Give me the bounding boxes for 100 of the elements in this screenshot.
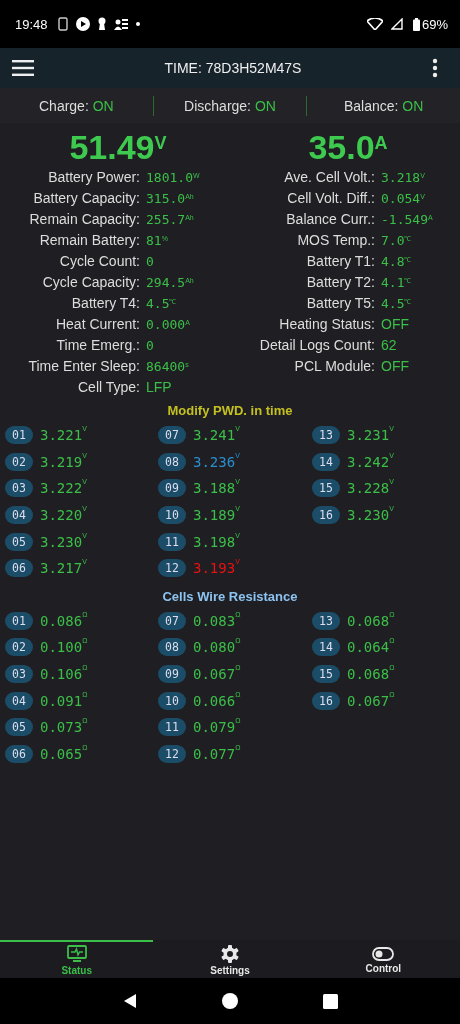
contacts-icon <box>113 17 128 31</box>
cell-voltage: 3.222$^{V}$ <box>40 480 87 497</box>
cell-voltage: 3.219$^{V}$ <box>40 453 87 470</box>
cell-voltage: 3.217$^{V}$ <box>40 560 87 577</box>
cell-voltage: 3.230$^{V}$ <box>347 507 394 524</box>
stat-value: 0 <box>146 337 155 355</box>
settings-icon <box>221 944 239 963</box>
big-reading: 51.49$^{V}$ <box>68 127 168 167</box>
cell-voltage: 3.198$^{V}$ <box>193 533 240 550</box>
cell-number: 02 <box>5 452 33 471</box>
signal-icon <box>390 18 403 30</box>
more-options-icon[interactable] <box>432 58 438 78</box>
stat-value: 7.0$^{℃}$ <box>381 232 413 250</box>
cell-number: 03 <box>5 479 33 498</box>
stat-value: 3.218$^{V}$ <box>381 169 426 187</box>
stat-value: 0 <box>146 253 155 271</box>
stat-value: 81$^{%}$ <box>146 232 169 250</box>
stat-label: MOS Temp.: <box>296 231 375 250</box>
stat-value: 0.000$^{A}$ <box>146 316 191 334</box>
cell-number: 07 <box>158 611 186 630</box>
cell-number: 05 <box>5 532 33 551</box>
cell-number: 04 <box>5 691 33 710</box>
wire-resistance: 0.080$^{Ω}$ <box>193 639 241 656</box>
stat-label: Cell Type: <box>77 378 140 397</box>
cell-number: 13 <box>312 426 340 445</box>
cell-number: 15 <box>312 665 340 684</box>
switch-status: Charge: ON <box>38 97 115 114</box>
monitor-pulse-icon <box>66 944 87 963</box>
stat-label: Battery Power: <box>47 168 140 187</box>
wire-resistance: 0.091$^{Ω}$ <box>40 692 88 709</box>
wire-resistance: 0.086$^{Ω}$ <box>40 612 88 629</box>
stat-label: Remain Battery: <box>38 231 140 250</box>
app-title: TIME: 78D3H52M47S <box>164 60 302 76</box>
cell-voltage: 3.221$^{V}$ <box>40 427 87 444</box>
stat-label: Battery Capacity: <box>32 189 140 208</box>
wire-resistance: 0.067$^{Ω}$ <box>193 666 241 683</box>
cell-number: 04 <box>5 506 33 525</box>
stat-label: Battery T4: <box>70 294 140 313</box>
cell-voltage: 3.241$^{V}$ <box>193 427 240 444</box>
big-reading: 35.0$^{A}$ <box>307 127 389 167</box>
recents-icon[interactable] <box>322 993 338 1009</box>
home-icon[interactable] <box>222 993 239 1009</box>
stat-label: Cell Volt. Diff.: <box>286 189 375 208</box>
switch-status: Balance: ON <box>343 97 425 114</box>
switch-status: Discharge: ON <box>183 97 277 114</box>
stat-label: Battery T5: <box>305 294 375 313</box>
wire-resistance: 0.064$^{Ω}$ <box>347 639 395 656</box>
stat-label: PCL Module: <box>293 357 375 376</box>
stat-label: Time Emerg.: <box>55 336 140 355</box>
back-icon[interactable] <box>122 993 139 1009</box>
nav-tab[interactable]: Settings <box>153 940 307 978</box>
stat-value: 4.8$^{℃}$ <box>381 253 413 271</box>
stat-value: 4.1$^{℃}$ <box>381 274 413 292</box>
cell-voltage: 3.220$^{V}$ <box>40 507 87 524</box>
menu-icon[interactable] <box>12 60 34 76</box>
cell-voltage: 3.242$^{V}$ <box>347 453 394 470</box>
cell-number: 08 <box>158 452 186 471</box>
cell-number: 09 <box>158 479 186 498</box>
cell-number: 13 <box>312 611 340 630</box>
wire-resistance: 0.077$^{Ω}$ <box>193 745 241 762</box>
cell-number: 09 <box>158 665 186 684</box>
stat-value: 0.054$^{V}$ <box>381 190 426 208</box>
stat-label: Cycle Capacity: <box>41 273 140 292</box>
stat-label: Detail Logs Count: <box>258 336 375 355</box>
cell-number: 03 <box>5 665 33 684</box>
stat-label: Balance Curr.: <box>285 210 375 229</box>
cell-number: 10 <box>158 691 186 710</box>
stat-label: Heat Current: <box>54 315 140 334</box>
stat-label: Time Enter Sleep: <box>27 357 140 376</box>
stat-label: Remain Capacity: <box>28 210 140 229</box>
cell-voltage: 3.193$^{V}$ <box>193 560 240 577</box>
wire-resistance: 0.067$^{Ω}$ <box>347 692 395 709</box>
clock-time: 19:48 <box>15 16 48 32</box>
stat-value: -1.549$^{A}$ <box>381 211 434 229</box>
cell-number: 02 <box>5 638 33 657</box>
cell-number: 11 <box>158 718 186 737</box>
stat-value: 1801.0$^{W}$ <box>146 169 201 187</box>
cell-number: 01 <box>5 426 33 445</box>
cell-number: 15 <box>312 479 340 498</box>
wire-resistance: 0.068$^{Ω}$ <box>347 612 395 629</box>
cell-number: 12 <box>158 559 186 578</box>
stat-value: 294.5$^{Ah}$ <box>146 274 195 292</box>
cell-number: 16 <box>312 506 340 525</box>
stat-value: 62 <box>381 336 398 355</box>
stat-value: 255.7$^{Ah}$ <box>146 211 195 229</box>
cell-number: 05 <box>5 718 33 737</box>
stat-label: Ave. Cell Volt.: <box>283 168 375 187</box>
stat-value: 4.5$^{℃}$ <box>381 295 413 313</box>
wifi-icon <box>366 18 383 30</box>
cell-voltage: 3.231$^{V}$ <box>347 427 394 444</box>
cell-voltage: 3.230$^{V}$ <box>40 533 87 550</box>
cell-voltage: 3.236$^{V}$ <box>193 453 240 470</box>
nav-tab[interactable]: Control <box>306 940 460 978</box>
cell-number: 07 <box>158 426 186 445</box>
cell-number: 06 <box>5 559 33 578</box>
phone-icon <box>57 17 68 31</box>
cell-number: 06 <box>5 744 33 763</box>
wire-resistance: 0.068$^{Ω}$ <box>347 666 395 683</box>
play-icon <box>75 17 90 31</box>
cell-voltage: 3.189$^{V}$ <box>193 507 240 524</box>
